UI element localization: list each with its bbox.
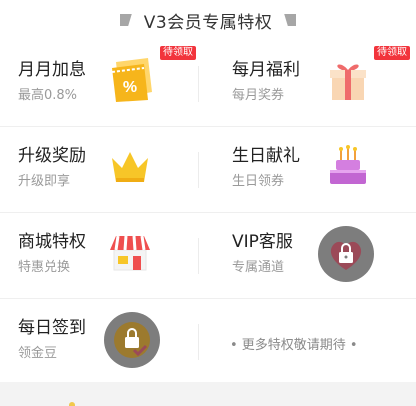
privilege-desc: 每月奖券 xyxy=(232,88,285,103)
section-separator xyxy=(0,382,416,406)
privilege-name: 每月福利 xyxy=(232,60,300,80)
privilege-row: 每日签到 领金豆 • 更多特权敬请期待 • xyxy=(0,298,416,384)
privilege-daily-checkin[interactable]: 每日签到 领金豆 xyxy=(0,298,208,384)
column-divider xyxy=(198,66,199,102)
crown-icon xyxy=(112,152,148,182)
section-header: V3会员专属特权 xyxy=(0,0,416,40)
privilege-desc: 专属通道 xyxy=(232,260,285,275)
partial-icon xyxy=(69,402,75,406)
coupon-percent-icon: % xyxy=(111,58,152,102)
column-divider xyxy=(198,238,199,274)
privilege-name: 商城特权 xyxy=(18,232,86,252)
privilege-row: 升级奖励 升级即享 生日献礼 生日领券 xyxy=(0,126,416,213)
privilege-row: 商城特权 特惠兑换 VIP客服 专属通道 xyxy=(0,212,416,299)
more-privileges-text: • 更多特权敬请期待 • xyxy=(230,338,358,353)
privilege-name: VIP客服 xyxy=(232,232,293,252)
column-divider xyxy=(198,152,199,188)
ribbon-right-icon xyxy=(284,14,297,26)
privilege-desc: 最高0.8% xyxy=(18,88,78,103)
privilege-name: 每日签到 xyxy=(18,318,86,338)
status-badge: 待领取 xyxy=(374,46,410,60)
shop-store-icon xyxy=(110,235,150,271)
privilege-mall[interactable]: 商城特权 特惠兑换 xyxy=(0,212,208,298)
privilege-upgrade-reward[interactable]: 升级奖励 升级即享 xyxy=(0,126,208,212)
status-badge: 待领取 xyxy=(160,46,196,60)
privilege-birthday-gift[interactable]: 生日献礼 生日领券 xyxy=(208,126,416,212)
gift-box-icon xyxy=(330,64,366,100)
privilege-monthly-welfare[interactable]: 每月福利 每月奖券 待领取 xyxy=(208,40,416,126)
privilege-desc: 生日领券 xyxy=(232,174,285,189)
locked-checkin-icon xyxy=(104,312,160,368)
section-title: V3会员专属特权 xyxy=(143,12,273,33)
birthday-cake-icon xyxy=(330,145,366,184)
privilege-desc: 特惠兑换 xyxy=(18,260,71,275)
svg-text:%: % xyxy=(123,79,137,96)
column-divider xyxy=(198,324,199,360)
privilege-name: 月月加息 xyxy=(18,60,86,80)
privilege-name: 生日献礼 xyxy=(232,146,300,166)
privilege-name: 升级奖励 xyxy=(18,146,86,166)
privilege-vip-service[interactable]: VIP客服 专属通道 xyxy=(208,212,416,298)
privilege-desc: 领金豆 xyxy=(18,346,58,361)
locked-heart-icon xyxy=(318,226,374,282)
ribbon-left-icon xyxy=(119,14,132,26)
privilege-desc: 升级即享 xyxy=(18,174,71,189)
privilege-row: 月月加息 最高0.8% % 待领取 每月福利 每月奖券 待领取 xyxy=(0,40,416,127)
privilege-monthly-interest[interactable]: 月月加息 最高0.8% % 待领取 xyxy=(0,40,208,126)
